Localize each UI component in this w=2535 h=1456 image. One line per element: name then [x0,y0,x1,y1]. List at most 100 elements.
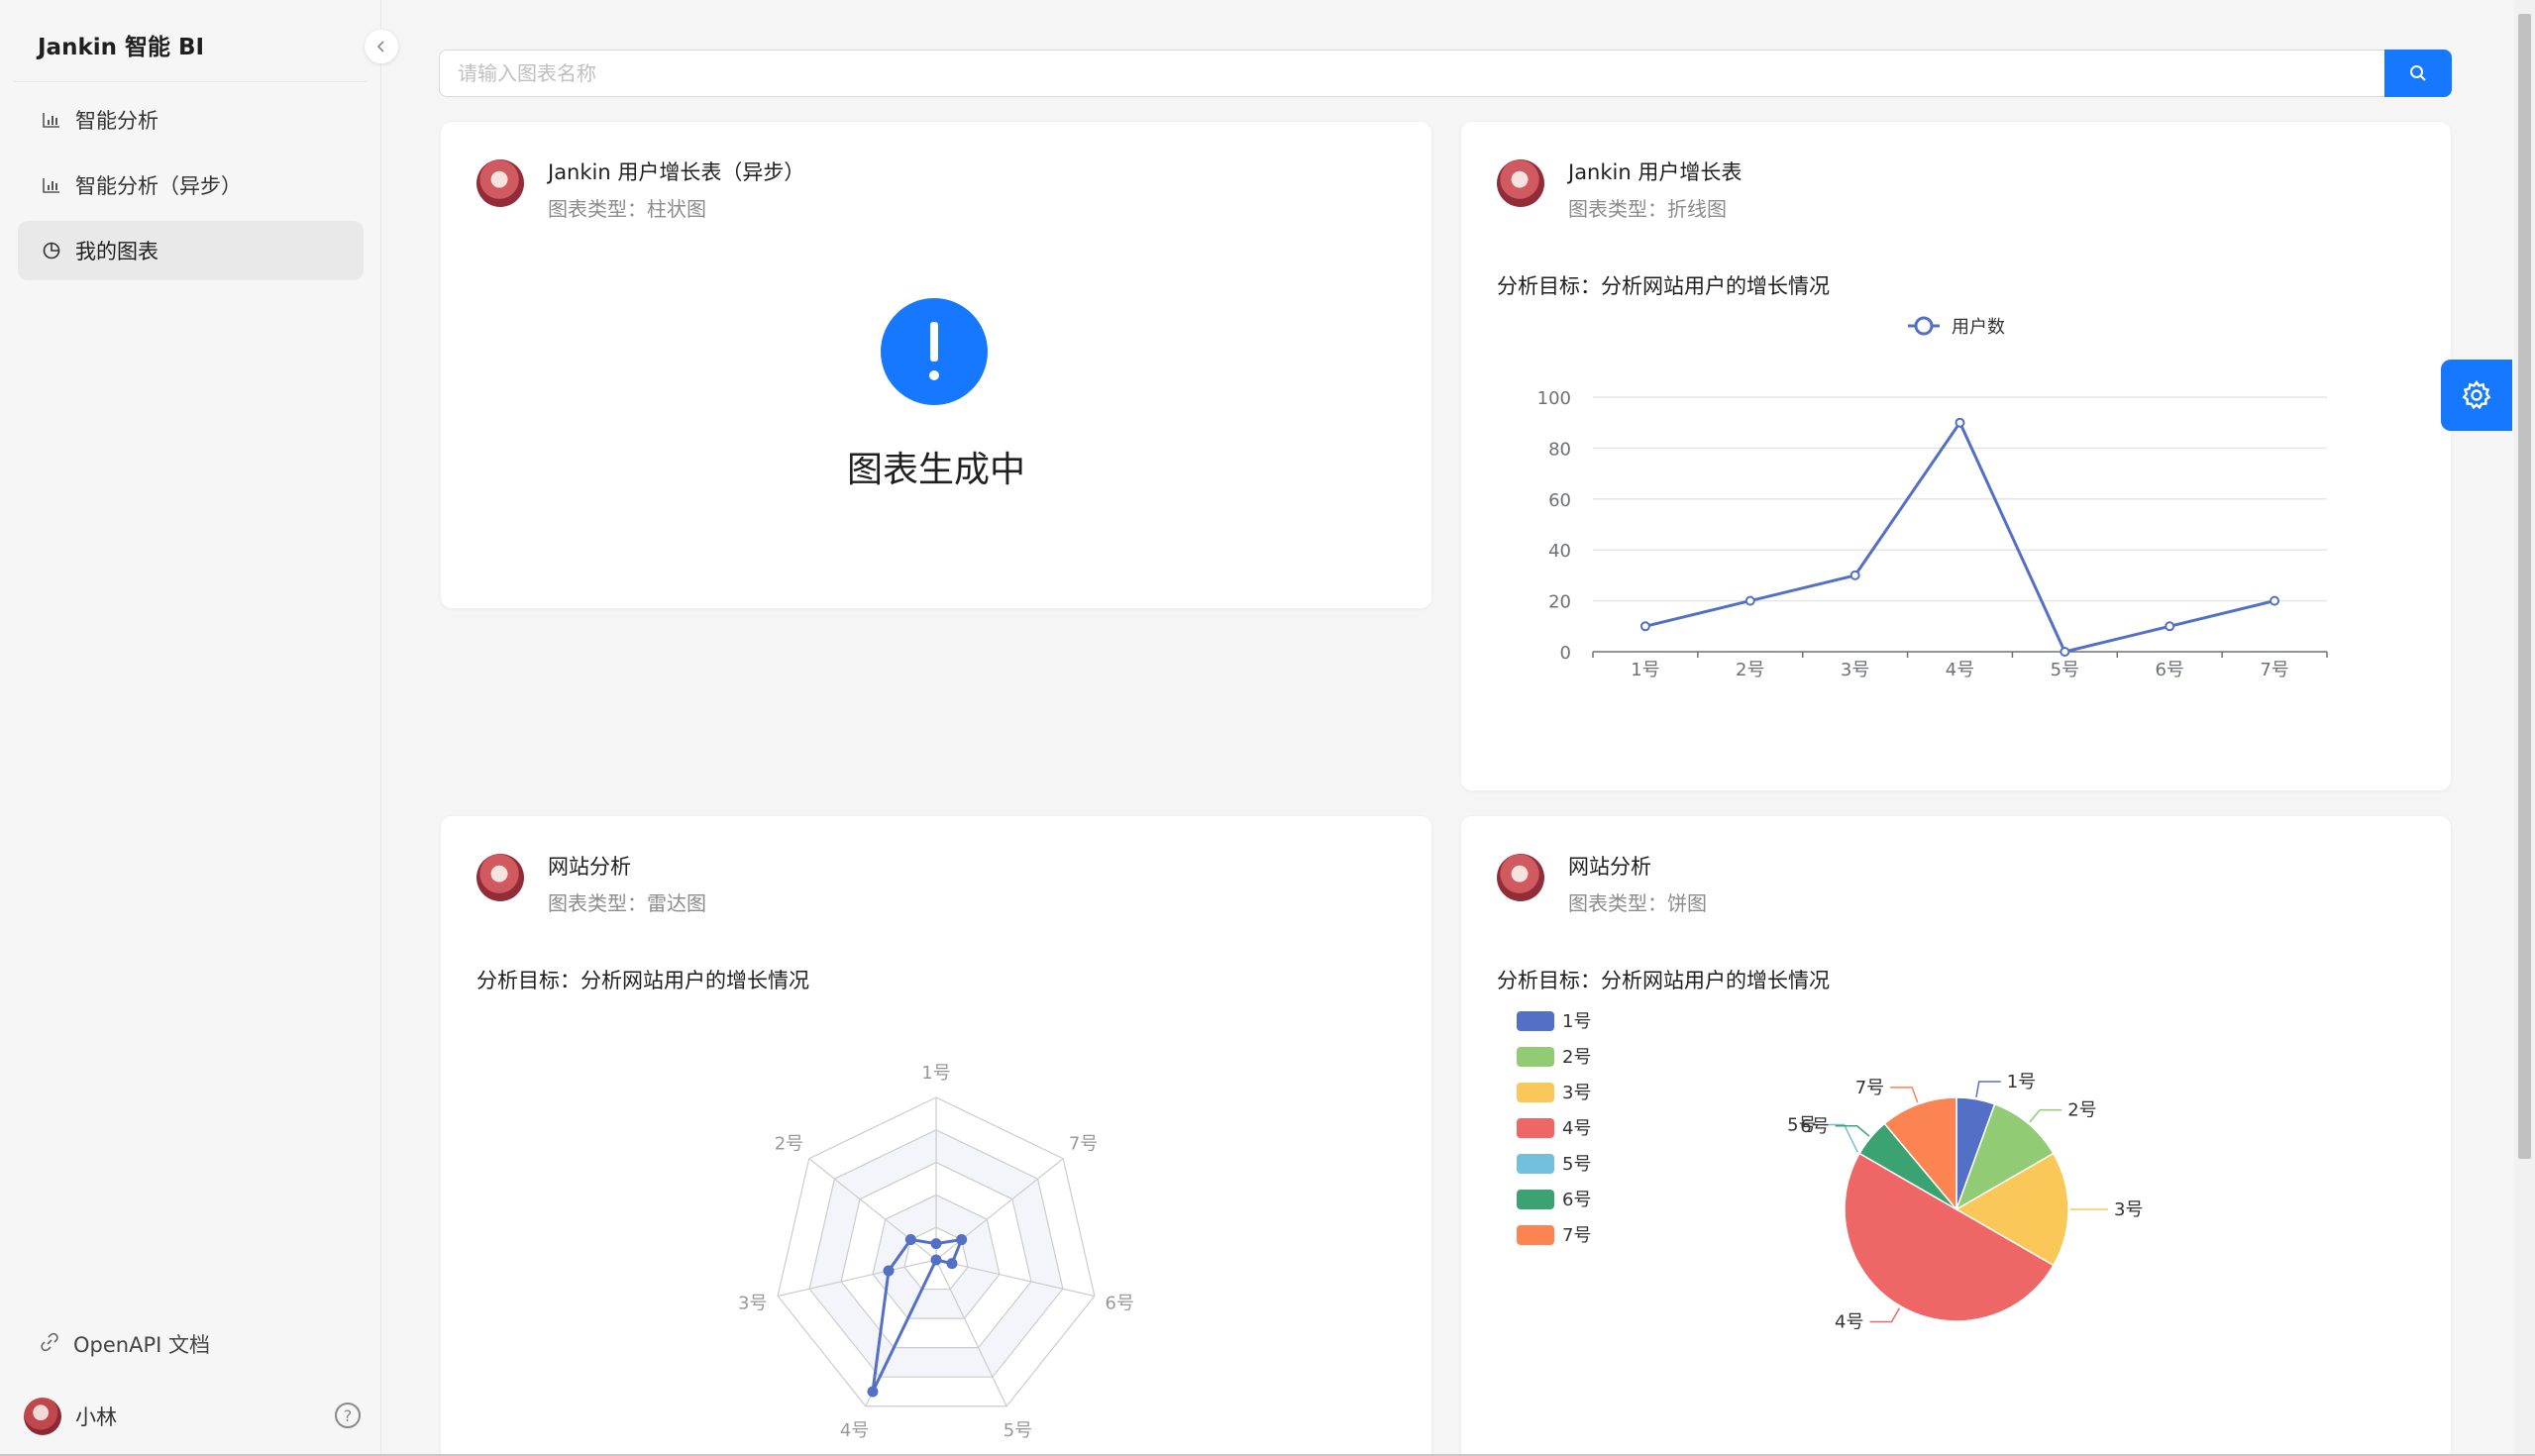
legend-label: 4号 [1562,1118,1591,1139]
data-point [904,1234,916,1246]
y-tick-label: 80 [1548,439,1571,460]
radar-indicator-label: 2号 [775,1134,803,1155]
legend-label: 2号 [1562,1047,1591,1068]
slice-label: 4号 [1835,1311,1863,1332]
search-bar [439,50,2452,97]
sidebar: Jankin 智能 BI 智能分析 智能分析（异步） 我的图表 OpenAPI … [0,0,381,1456]
app-title: Jankin 智能 BI [38,35,205,60]
pie-chart-icon [42,241,61,260]
data-point [956,1234,968,1246]
slice-label: 3号 [2114,1199,2143,1220]
legend-swatch [1517,1225,1554,1245]
radar-indicator-label: 4号 [840,1420,869,1441]
scrollbar[interactable] [2514,0,2535,1456]
gear-icon [2462,379,2491,410]
legend-label: 6号 [1562,1190,1591,1210]
data-point [867,1386,879,1398]
data-point [2165,621,2175,632]
label-line [1835,1125,1870,1137]
label-line [1975,1081,2001,1097]
help-icon[interactable]: ? [335,1403,361,1428]
legend-label: 5号 [1562,1154,1591,1175]
avatar [24,1398,61,1435]
search-input[interactable] [439,50,2384,97]
bar-chart-icon [42,175,61,195]
status-text: 图表生成中 [846,450,1025,490]
y-tick-label: 20 [1548,592,1571,613]
series-line [1644,419,2275,654]
search-icon [2410,65,2426,81]
slice-label: 2号 [2067,1100,2096,1121]
radar-indicator-label: 5号 [1003,1420,1032,1441]
x-tick-label: 3号 [1841,660,1869,680]
data-point [930,1238,942,1250]
radar-indicator-label: 7号 [1069,1134,1098,1155]
divider [14,81,367,82]
pie-chart: 1号2号3号4号5号6号7号1号2号3号4号5号6号7号 [1517,1011,2143,1332]
legend-marker [1914,316,1934,336]
slice-label: 1号 [2007,1072,2036,1092]
radar-indicator-label: 1号 [921,1063,950,1084]
scroll-thumb[interactable] [2518,14,2531,1159]
label-line [2029,1108,2062,1123]
y-tick-label: 100 [1537,388,1571,409]
sidebar-item-label: 我的图表 [75,240,158,263]
legend-swatch [1517,1047,1554,1067]
slice-label: 6号 [1800,1116,1829,1137]
settings-button[interactable] [2441,360,2512,431]
chart-card: 网站分析 图表类型：饼图 分析目标：分析网站用户的增长情况 1号 2号 3号 4号 5号… [1460,815,2452,1456]
legend-swatch [1517,1190,1554,1209]
data-point [2060,647,2070,657]
link-icon [40,1332,59,1357]
data-point [1639,621,1650,632]
search-button[interactable] [2384,50,2452,97]
sidebar-item-label: 智能分析 [75,109,158,133]
sidebar-item-label: 智能分析（异步） [75,174,242,198]
y-tick-label: 0 [1560,643,1571,664]
collapse-sidebar-button[interactable] [365,30,398,63]
legend-label: 7号 [1562,1225,1591,1246]
radar-indicator-label: 6号 [1106,1293,1134,1313]
legend-swatch [1517,1154,1554,1174]
chart-card: Jankin 用户增长表（异步） 图表类型：柱状图 图表生成中 [440,121,1432,609]
data-point [2270,595,2280,606]
chart-card: Jankin 用户增长表 图表类型：折线图 分析目标：分析网站用户的增长情况 用… [1460,121,2452,791]
x-tick-label: 4号 [1946,660,1974,680]
card-header: Jankin 用户增长表（异步） 图表类型：柱状图 [476,157,804,224]
exclamation-icon [881,298,988,405]
data-point [1954,417,1965,428]
sidebar-item-smart-analysis-async[interactable]: 智能分析（异步） [18,156,364,215]
legend-label: 1号 [1562,1011,1591,1032]
chevron-left-icon [376,41,384,52]
legend-swatch [1517,1011,1554,1031]
x-tick-label: 1号 [1631,660,1659,680]
sidebar-item-smart-analysis[interactable]: 智能分析 [18,90,364,150]
y-tick-label: 40 [1548,541,1571,562]
data-point [1849,570,1860,580]
x-tick-label: 7号 [2260,660,2288,680]
x-tick-label: 5号 [2051,660,2079,680]
data-point [1744,595,1755,606]
openapi-doc-link[interactable]: OpenAPI 文档 [40,1329,210,1359]
x-tick-label: 2号 [1736,660,1764,680]
card-title: Jankin 用户增长表（异步） [548,160,805,184]
line-chart: 用户数 0 20 40 60 80 100 1号 2号 3号 4号 5号 6号 7号 [1537,316,2328,680]
chart-card: 网站分析 图表类型：雷达图 分析目标：分析网站用户的增长情况 1号 7号 6号 5号 4… [440,815,1432,1456]
avatar [476,159,524,207]
bar-chart-icon [42,110,61,130]
user-name: 小林 [75,1405,117,1429]
legend-swatch [1517,1083,1554,1102]
slice-label: 7号 [1855,1078,1884,1098]
data-point [883,1265,895,1277]
sidebar-item-my-charts[interactable]: 我的图表 [18,221,364,280]
label-line [1890,1087,1919,1103]
data-point [946,1258,958,1270]
label-line [1869,1307,1901,1323]
y-tick-label: 60 [1548,490,1571,511]
legend-swatch [1517,1118,1554,1138]
openapi-label: OpenAPI 文档 [73,1333,210,1357]
user-profile[interactable]: 小林 ? [24,1397,361,1436]
radar-indicator-label: 3号 [738,1293,767,1313]
data-point [930,1254,942,1266]
x-tick-label: 6号 [2155,660,2183,680]
